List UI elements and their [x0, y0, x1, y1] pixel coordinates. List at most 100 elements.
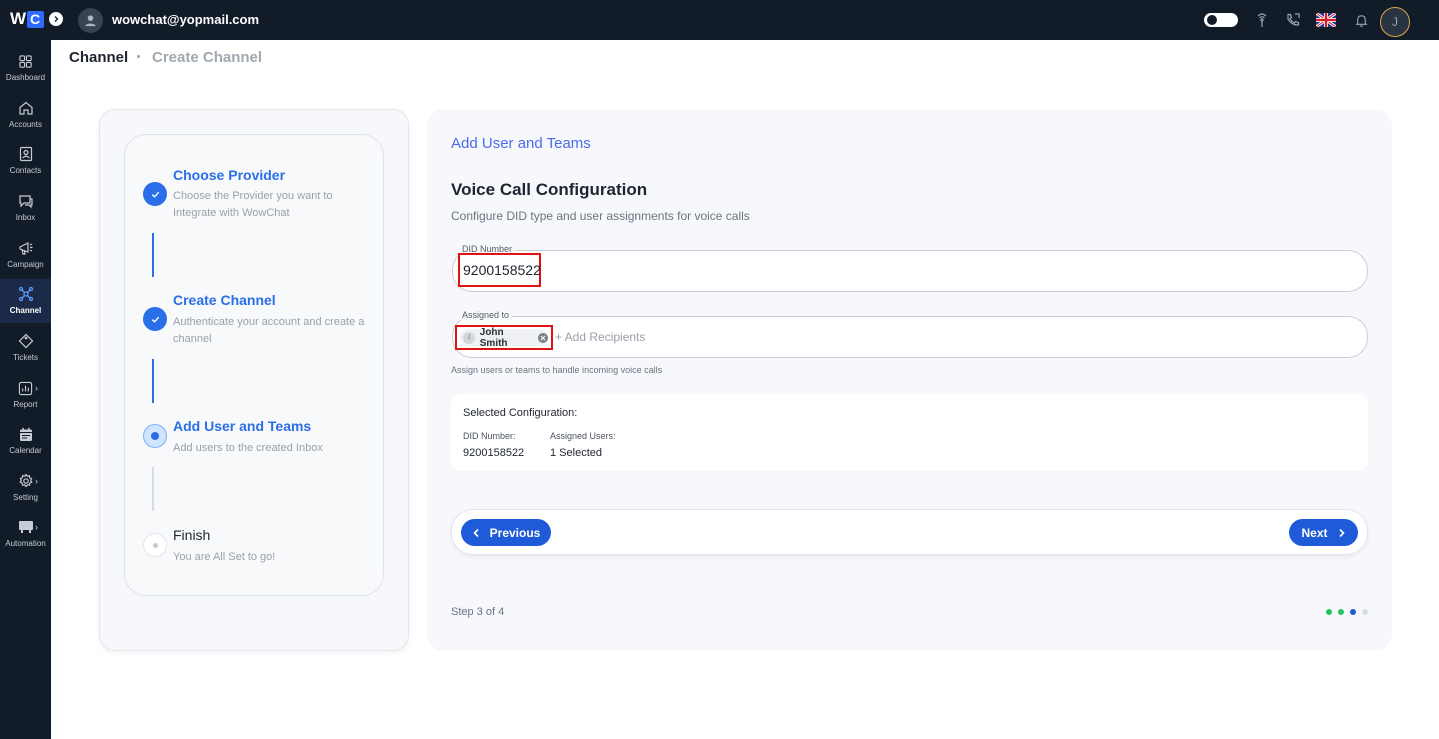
assign-help-text: Assign users or teams to handle incoming… — [451, 365, 663, 375]
step-description: Authenticate your account and create a c… — [173, 316, 365, 345]
sidebar-label: Report — [13, 400, 38, 409]
next-label: Next — [1301, 525, 1328, 540]
sidebar-item-dashboard[interactable]: Dashboard — [0, 46, 51, 88]
chevron-right-icon: › — [35, 522, 38, 532]
recipient-chip[interactable]: J John Smith — [460, 326, 548, 349]
add-recipients-input[interactable]: + Add Recipients — [555, 330, 645, 344]
phone-call-icon[interactable] — [1284, 11, 1302, 29]
progress-dot — [1326, 609, 1332, 615]
summary-users-value: 1 Selected — [550, 447, 602, 459]
form-title: Voice Call Configuration — [451, 180, 648, 199]
previous-button[interactable]: Previous — [461, 519, 551, 546]
chat-icon — [17, 192, 35, 210]
network-icon — [17, 285, 35, 303]
sidebar-item-report[interactable]: › Report — [0, 373, 51, 415]
gear-icon — [17, 472, 35, 490]
progress-dot — [1338, 609, 1344, 615]
chart-icon — [17, 379, 35, 397]
sidebar-label: Setting — [13, 493, 38, 502]
sidebar-item-calendar[interactable]: Calendar — [0, 419, 51, 461]
sidebar-item-accounts[interactable]: Accounts — [0, 93, 51, 135]
step-title: Choose Provider — [173, 167, 286, 183]
contact-card-icon — [17, 145, 35, 163]
sidebar-label: Accounts — [9, 120, 42, 129]
form-subtitle: Configure DID type and user assignments … — [451, 209, 750, 223]
breadcrumb-separator — [137, 55, 140, 58]
assigned-to-label: Assigned to — [459, 310, 513, 320]
automation-icon — [17, 518, 35, 536]
sidebar-label: Channel — [9, 306, 42, 315]
dashboard-icon — [17, 52, 35, 70]
chip-name: John Smith — [479, 326, 508, 349]
chevron-right-icon: › — [35, 383, 38, 393]
expand-sidebar-icon[interactable] — [48, 12, 63, 26]
theme-toggle[interactable] — [1204, 13, 1238, 27]
progress-dot — [1350, 609, 1356, 615]
remove-chip-icon[interactable] — [538, 332, 548, 343]
step-title: Create Channel — [173, 292, 276, 308]
did-number-field[interactable] — [452, 250, 1368, 292]
summary-title: Selected Configuration: — [463, 407, 578, 419]
did-number-value[interactable]: 9200158522 — [458, 253, 541, 287]
user-email: wowchat@yopmail.com — [112, 12, 260, 27]
sidebar: Dashboard Accounts Contacts Inbox Campai… — [0, 40, 51, 739]
sidebar-item-setting[interactable]: › Setting — [0, 466, 51, 508]
step-current-indicator — [143, 424, 167, 448]
sidebar-item-channel[interactable]: Channel — [0, 279, 51, 323]
step-description: You are All Set to go! — [173, 551, 276, 563]
summary-did-label: DID Number: — [463, 431, 516, 441]
sidebar-label: Tickets — [12, 353, 39, 362]
panel-heading: Add User and Teams — [451, 135, 591, 152]
sidebar-label: Inbox — [15, 213, 36, 222]
previous-label: Previous — [489, 525, 541, 540]
summary-users-label: Assigned Users: — [550, 431, 616, 441]
chip-avatar: J — [463, 331, 475, 344]
user-avatar-icon[interactable] — [78, 8, 103, 33]
step-done-check-icon — [143, 307, 167, 331]
sidebar-label: Campaign — [7, 260, 44, 269]
chevron-left-icon — [473, 528, 479, 537]
sidebar-label: Contacts — [9, 166, 42, 175]
chevron-right-icon: › — [35, 476, 38, 486]
next-button[interactable]: Next — [1289, 519, 1358, 546]
calendar-icon — [17, 425, 35, 443]
sidebar-label: Calendar — [9, 446, 42, 455]
sidebar-item-contacts[interactable]: Contacts — [0, 139, 51, 181]
step-counter: Step 3 of 4 — [451, 606, 505, 618]
signal-icon[interactable] — [1253, 11, 1271, 29]
progress-dot — [1362, 609, 1368, 615]
step-pending-indicator — [143, 533, 167, 557]
breadcrumb-current: Create Channel — [152, 49, 263, 66]
step-title: Finish — [173, 527, 211, 543]
sidebar-item-tickets[interactable]: Tickets — [0, 326, 51, 368]
top-bar: W C wowchat@yopmail.com J — [0, 0, 1439, 40]
summary-did-value: 9200158522 — [463, 447, 525, 459]
step-current-dot — [151, 432, 159, 440]
sidebar-item-inbox[interactable]: Inbox — [0, 186, 51, 228]
step-description: Choose the Provider you want to Integrat… — [173, 190, 333, 219]
ticket-icon — [17, 332, 35, 350]
logo-letter-c: C — [26, 10, 44, 28]
sidebar-label: Automation — [5, 539, 46, 548]
step-title: Add User and Teams — [173, 418, 312, 434]
sidebar-label: Dashboard — [5, 73, 46, 82]
megaphone-icon — [17, 239, 35, 257]
logo-letter-w: W — [10, 9, 26, 28]
uk-flag-icon[interactable] — [1315, 11, 1337, 29]
step-description: Add users to the created Inbox — [173, 442, 323, 454]
home-icon — [17, 99, 35, 117]
bell-icon[interactable] — [1352, 11, 1370, 29]
step-pending-dot — [152, 542, 158, 548]
app-logo[interactable]: W C — [10, 9, 63, 29]
step-connector — [152, 359, 154, 403]
step-done-check-icon — [143, 182, 167, 206]
sidebar-item-campaign[interactable]: Campaign — [0, 233, 51, 275]
chevron-right-icon — [1338, 528, 1345, 537]
breadcrumb-channel[interactable]: Channel — [69, 49, 128, 66]
step-connector — [152, 467, 154, 511]
toggle-knob — [1207, 15, 1217, 25]
profile-avatar[interactable]: J — [1380, 7, 1410, 37]
step-connector — [152, 233, 154, 277]
sidebar-item-automation[interactable]: › Automation — [0, 512, 51, 554]
wizard-nav-bar — [451, 509, 1368, 555]
